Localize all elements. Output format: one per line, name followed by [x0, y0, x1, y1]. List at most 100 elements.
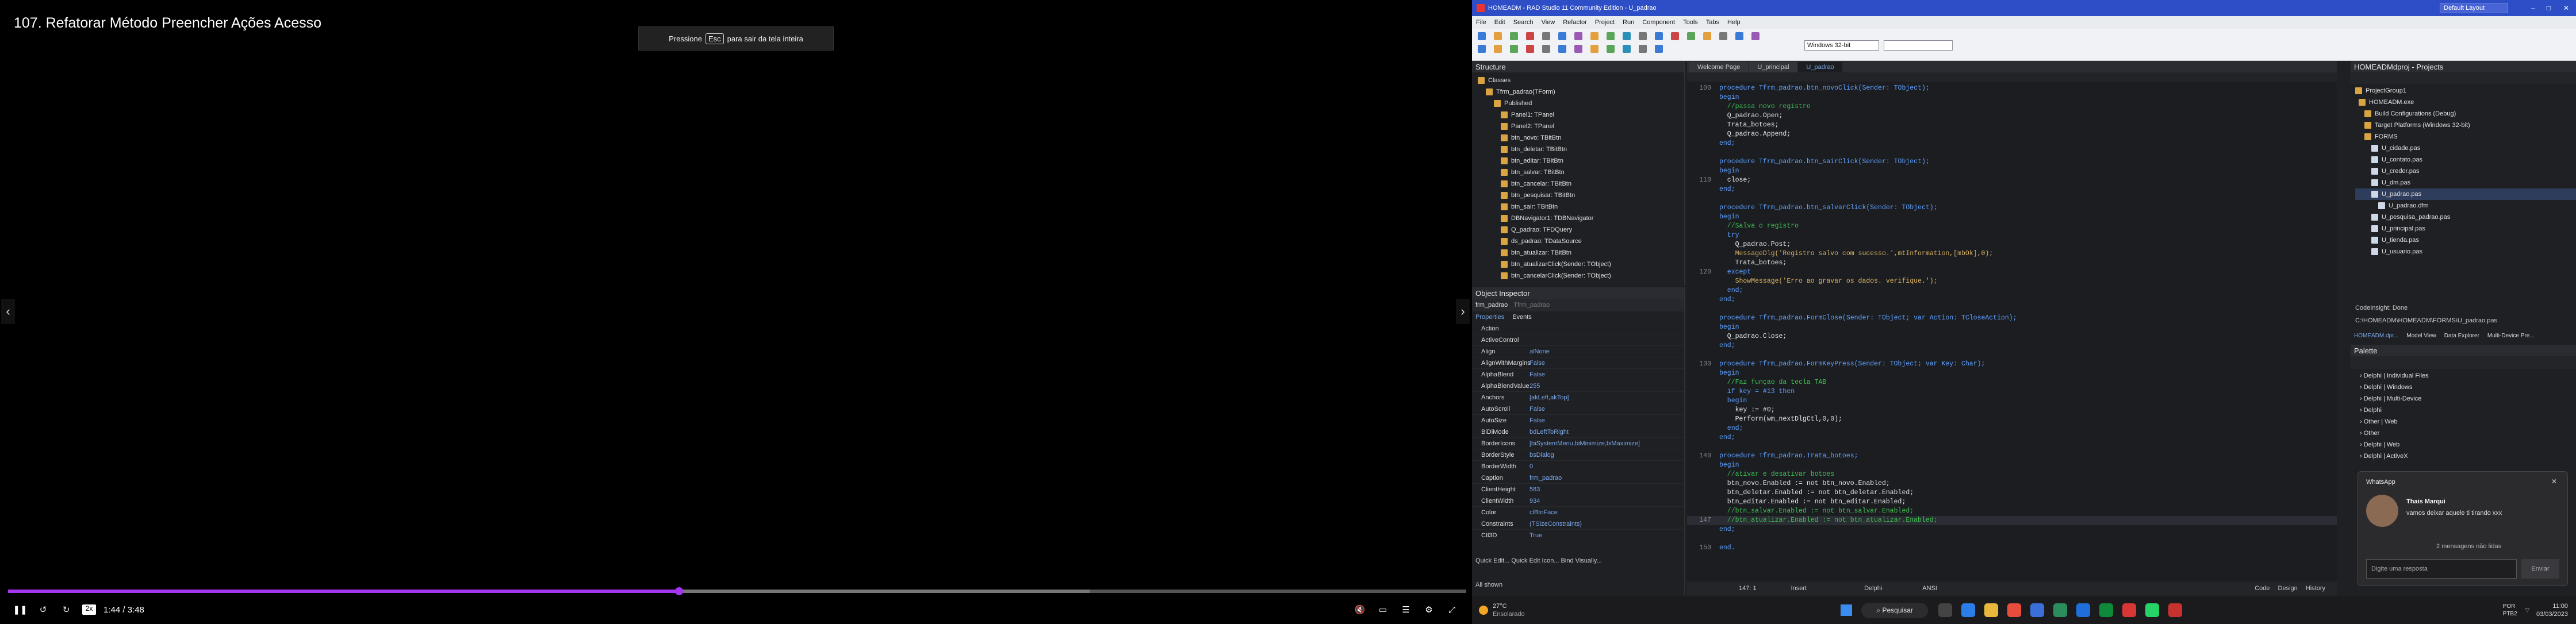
menu-help[interactable]: Help: [1727, 19, 1741, 26]
language-indicator[interactable]: POR PTB2: [2503, 603, 2517, 618]
toolbar-button[interactable]: [1526, 32, 1534, 40]
toolbar-button[interactable]: [1590, 45, 1598, 53]
speed-button[interactable]: 2x: [80, 601, 98, 618]
oi-row[interactable]: BiDiMode bdLeftToRight: [1472, 426, 1684, 438]
project-item[interactable]: U_padrao.pas: [2355, 188, 2576, 200]
oi-row[interactable]: Color clBtnFace: [1472, 507, 1684, 518]
oi-row[interactable]: ClientWidth 934: [1472, 495, 1684, 507]
progress-handle[interactable]: [674, 587, 683, 595]
project-item[interactable]: U_usuario.pas: [2355, 246, 2576, 257]
firefox-icon[interactable]: [2007, 603, 2021, 617]
menu-component[interactable]: Component: [1642, 19, 1675, 26]
fullscreen-icon[interactable]: ⤢: [1443, 601, 1460, 618]
start-icon[interactable]: [1841, 604, 1853, 616]
structure-item[interactable]: btn_atualizarClick(Sender: TObject): [1478, 259, 1684, 270]
project-tab[interactable]: Data Explorer: [2444, 333, 2479, 339]
excel-icon[interactable]: [2053, 603, 2067, 617]
structure-item[interactable]: btn_salvar: TBitBtn: [1478, 167, 1684, 178]
toolbar-button[interactable]: [1703, 32, 1711, 40]
platform-select[interactable]: Windows 32-bit: [1804, 40, 1879, 51]
chrome-icon[interactable]: [2122, 603, 2136, 617]
menu-refactor[interactable]: Refactor: [1563, 19, 1587, 26]
oi-prop-value[interactable]: bdLeftToRight: [1529, 429, 1569, 436]
oi-prop-value[interactable]: False: [1529, 417, 1545, 424]
menu-tabs[interactable]: Tabs: [1706, 19, 1719, 26]
project-item[interactable]: U_cidade.pas: [2355, 142, 2576, 154]
rewind-icon[interactable]: ↺: [34, 601, 52, 618]
palette-item[interactable]: › Delphi | Multi-Device: [2360, 393, 2576, 405]
project-item[interactable]: U_dm.pas: [2355, 177, 2576, 188]
palette-item[interactable]: › Delphi | Web: [2360, 439, 2576, 450]
project-item[interactable]: U_principal.pas: [2355, 223, 2576, 234]
task-view-icon[interactable]: [1938, 603, 1952, 617]
structure-item[interactable]: DBNavigator1: TDBNavigator: [1478, 213, 1684, 224]
oi-prop-value[interactable]: False: [1529, 360, 1545, 367]
toolbar-button[interactable]: [1574, 32, 1582, 40]
clock[interactable]: 11:00 03/03/2023: [2536, 602, 2568, 618]
project-item[interactable]: U_pesquisa_padrao.pas: [2355, 211, 2576, 223]
oi-prop-value[interactable]: False: [1529, 371, 1545, 378]
project-item[interactable]: HOMEADM.exe: [2355, 97, 2576, 108]
menu-search[interactable]: Search: [1513, 19, 1534, 26]
oi-prop-value[interactable]: True: [1529, 532, 1542, 539]
oi-prop-value[interactable]: [biSystemMenu,biMinimize,biMaximize]: [1529, 440, 1640, 447]
toolbar-button[interactable]: [1655, 32, 1663, 40]
palette-item[interactable]: › Delphi: [2360, 405, 2576, 416]
toolbar-button[interactable]: [1623, 32, 1631, 40]
whatsapp-notification[interactable]: WhatsApp ✕ Thais Marqui vamos deixar aqu…: [2358, 471, 2568, 586]
close-icon[interactable]: ✕: [2551, 477, 2557, 486]
structure-item[interactable]: Classes: [1478, 75, 1684, 86]
project-item[interactable]: U_contato.pas: [2355, 154, 2576, 165]
oi-row[interactable]: AlphaBlendValue 255: [1472, 380, 1684, 392]
project-item[interactable]: U_padrao.dfm: [2355, 200, 2576, 211]
project-tab[interactable]: HOMEADM.dpr...: [2354, 333, 2398, 339]
previous-lecture-arrow-icon[interactable]: ‹: [1, 299, 15, 324]
close-icon[interactable]: ✕: [2563, 4, 2569, 12]
oi-row[interactable]: ActiveControl: [1472, 334, 1684, 346]
captions-icon[interactable]: ▭: [1374, 601, 1392, 618]
structure-item[interactable]: btn_pesquisar: TBitBtn: [1478, 190, 1684, 201]
oi-row[interactable]: AutoScroll False: [1472, 403, 1684, 415]
structure-item[interactable]: btn_atualizar: TBitBtn: [1478, 247, 1684, 259]
toolbar-button[interactable]: [1639, 45, 1647, 53]
oi-row[interactable]: Ctl3D True: [1472, 530, 1684, 541]
palette-item[interactable]: › Other | Web: [2360, 416, 2576, 427]
oi-row[interactable]: BorderIcons [biSystemMenu,biMinimize,biMa…: [1472, 438, 1684, 449]
menu-project[interactable]: Project: [1595, 19, 1615, 26]
pause-icon[interactable]: ❚❚: [12, 601, 29, 618]
project-item[interactable]: U_tienda.pas: [2355, 234, 2576, 246]
menu-run[interactable]: Run: [1623, 19, 1634, 26]
toolbar-button[interactable]: [1478, 32, 1486, 40]
oi-prop-value[interactable]: 0: [1529, 463, 1533, 470]
toolbar-button[interactable]: [1526, 45, 1534, 53]
transcript-icon[interactable]: ☰: [1397, 601, 1414, 618]
toolbar-button[interactable]: [1623, 45, 1631, 53]
structure-item[interactable]: Panel1: TPanel: [1478, 109, 1684, 121]
oi-prop-value[interactable]: 583: [1529, 486, 1540, 493]
oi-row[interactable]: ClientHeight 583: [1472, 484, 1684, 495]
toolbar-button[interactable]: [1558, 32, 1566, 40]
structure-item[interactable]: Q_padrao: TFDQuery: [1478, 224, 1684, 236]
layout-select[interactable]: Default Layout: [2440, 3, 2508, 13]
store-icon[interactable]: [2030, 603, 2044, 617]
tab-welcome-page[interactable]: Welcome Page: [1689, 62, 1749, 72]
oi-prop-value[interactable]: 934: [1529, 498, 1540, 504]
oi-row[interactable]: Align alNone: [1472, 346, 1684, 357]
maximize-icon[interactable]: □: [2547, 4, 2551, 12]
toolbar-button[interactable]: [1719, 32, 1727, 40]
next-lecture-arrow-icon[interactable]: ›: [1456, 299, 1470, 324]
toolbar-button[interactable]: [1510, 32, 1518, 40]
tab-u_principal[interactable]: U_principal: [1749, 62, 1797, 72]
toolbar-button[interactable]: [1735, 32, 1743, 40]
view-tab-design[interactable]: Design: [2278, 585, 2298, 592]
project-item[interactable]: FORMS: [2355, 131, 2576, 142]
menu-tools[interactable]: Tools: [1683, 19, 1698, 26]
menu-file[interactable]: File: [1476, 19, 1486, 26]
toolbar-button[interactable]: [1494, 45, 1502, 53]
mail-icon[interactable]: [2076, 603, 2090, 617]
toolbar-button[interactable]: [1494, 32, 1502, 40]
settings-icon[interactable]: ⚙: [1420, 601, 1438, 618]
structure-item[interactable]: btn_deletar: TBitBtn: [1478, 144, 1684, 155]
oi-row[interactable]: AutoSize False: [1472, 415, 1684, 426]
oi-tab-properties[interactable]: Properties: [1475, 314, 1504, 321]
